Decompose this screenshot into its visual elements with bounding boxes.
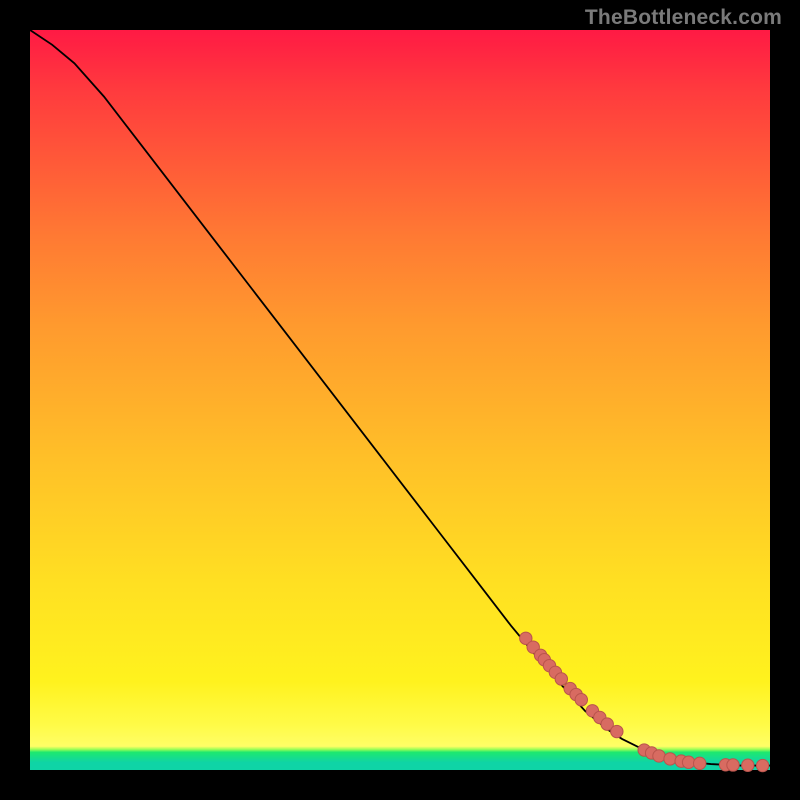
chart-canvas: TheBottleneck.com [0, 0, 800, 800]
data-point [756, 759, 768, 771]
watermark-text: TheBottleneck.com [585, 6, 782, 30]
data-point [682, 756, 694, 768]
plot-area [30, 30, 770, 770]
curve-line [30, 30, 770, 766]
data-point [653, 750, 665, 762]
data-point [611, 725, 623, 737]
data-point [727, 759, 739, 771]
chart-overlay [30, 30, 770, 770]
data-point [742, 759, 754, 771]
scatter-dots [520, 632, 769, 772]
data-point [555, 673, 567, 685]
data-point [575, 694, 587, 706]
data-point [694, 757, 706, 769]
data-point [664, 753, 676, 765]
